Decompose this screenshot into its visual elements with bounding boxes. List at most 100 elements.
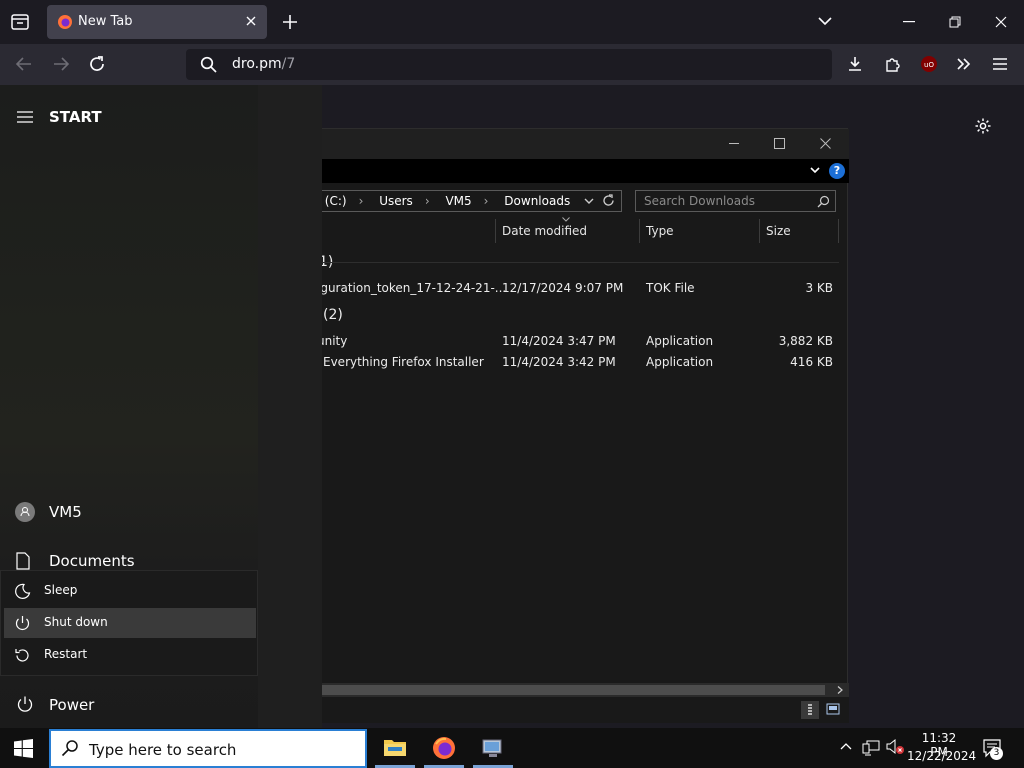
file-date: 12/17/2024 9:07 PM [502,281,624,295]
file-date: 11/4/2024 3:47 PM [502,334,616,348]
volume-muted-icon[interactable] [885,738,905,756]
gear-icon[interactable] [974,117,992,135]
hamburger-menu-icon[interactable] [17,111,33,123]
explorer-status-bar [259,697,849,723]
start-menu: START VM5 Documents Power Sleep Shut dow… [0,85,322,728]
restart-label: Restart [44,647,88,661]
avatar [15,502,35,522]
file-date: 11/4/2024 3:42 PM [502,355,616,369]
scroll-right-arrow-icon[interactable] [837,686,843,694]
reload-icon[interactable] [88,55,106,73]
power-options-flyout: Sleep Shut down Restart [0,570,258,676]
power-label: Power [49,696,95,714]
close-tab-icon[interactable] [245,15,257,27]
close-window-icon[interactable] [995,16,1007,28]
show-hidden-icons-chevron-icon[interactable] [840,742,852,750]
start-power[interactable]: Power [0,689,258,719]
notification-center-icon[interactable]: 3 [982,738,1004,760]
power-option-shut-down[interactable]: Shut down [4,608,256,638]
horizontal-scrollbar-thumb[interactable] [259,685,825,695]
firefox-tab-icon [57,14,73,30]
explorer-ribbon [259,159,849,183]
network-icon[interactable] [862,738,880,756]
explorer-address-bar[interactable]: k (C:) › Users › VM5 › Downloads [307,190,622,212]
file-size: 3,882 KB [778,334,833,348]
large-icons-view-icon[interactable] [825,701,841,717]
windows-start-icon[interactable] [14,739,33,758]
extensions-puzzle-icon[interactable] [884,55,902,73]
firefox-view-icon[interactable] [10,12,30,32]
list-item[interactable]: iguration_token_17-12-24-21-... 12/17/20… [307,279,837,297]
taskbar-search-placeholder: Type here to search [89,741,237,759]
tab-title: New Tab [78,14,133,29]
power-option-sleep[interactable]: Sleep [4,576,256,606]
help-button[interactable]: ? [829,163,845,179]
breadcrumb-separator-icon: › [483,194,489,208]
taskbar-search-box[interactable]: Type here to search [49,729,367,768]
file-name: iguration_token_17-12-24-21-... [317,281,507,295]
url-bar[interactable]: dro.pm/7 [186,49,832,80]
ribbon-expand-chevron-icon[interactable] [810,167,820,174]
tab-new-tab[interactable]: New Tab [47,5,267,39]
column-header-size[interactable]: Size [766,224,791,238]
list-item[interactable]: unity 11/4/2024 3:47 PM Application 3,88… [307,332,837,350]
file-size: 416 KB [790,355,833,369]
power-option-restart[interactable]: Restart [4,640,256,670]
sleep-label: Sleep [44,583,78,597]
details-view-icon[interactable] [801,701,819,719]
back-arrow-icon[interactable] [15,56,33,72]
breadcrumb-users[interactable]: Users [379,194,413,208]
forward-arrow-icon[interactable] [52,56,70,72]
url-host: dro.pm [232,56,282,72]
explorer-search-placeholder: Search Downloads [644,194,755,208]
start-user-account[interactable]: VM5 [0,497,258,527]
remote-desktop-taskbar-icon[interactable] [481,737,505,759]
browser-tab-bar: New Tab [0,0,1024,44]
shut-down-label: Shut down [44,615,108,629]
url-path: /7 [281,56,296,72]
column-divider[interactable] [759,219,760,243]
file-explorer-taskbar-icon[interactable] [383,736,407,758]
firefox-taskbar-icon[interactable] [432,736,456,760]
file-size: 3 KB [805,281,833,295]
column-header-date-modified[interactable]: Date modified [502,224,587,238]
search-icon [61,739,79,757]
address-dropdown-chevron-icon[interactable] [584,198,594,205]
clock-date[interactable]: 12/22/2024 [907,749,976,763]
breadcrumb-vm5[interactable]: VM5 [445,194,471,208]
list-all-tabs-chevron-icon[interactable] [818,16,832,26]
explorer-maximize-icon[interactable] [774,138,785,149]
user-name: VM5 [49,503,82,521]
document-icon [15,552,31,570]
documents-label: Documents [49,552,135,570]
column-divider[interactable] [838,219,839,243]
group-header[interactable]: (2) [323,307,343,323]
downloads-icon[interactable] [846,55,864,73]
sort-chevron-icon [562,217,570,222]
minimize-window-icon[interactable] [903,21,915,23]
notification-count-badge: 3 [990,747,1003,760]
explorer-minimize-icon[interactable] [729,143,739,145]
explorer-title-bar [259,129,849,159]
breadcrumb-separator-icon: › [424,194,430,208]
explorer-close-icon[interactable] [820,138,831,149]
power-icon [14,615,31,632]
group-divider [319,262,839,263]
search-icon [200,56,217,73]
more-tools-chevrons-icon[interactable] [956,57,972,71]
explorer-search-box[interactable]: Search Downloads [635,190,836,212]
breadcrumb-downloads[interactable]: Downloads [504,194,570,208]
start-title: START [49,108,102,126]
column-divider[interactable] [639,219,640,243]
url-text: dro.pm/7 [232,56,295,72]
column-header-type[interactable]: Type [646,224,674,238]
search-icon [817,195,830,208]
ublock-origin-icon[interactable]: uO [920,55,938,73]
hamburger-menu-icon[interactable] [992,57,1008,71]
column-divider[interactable] [495,219,496,243]
list-item[interactable]: Everything Firefox Installer 11/4/2024 3… [307,353,837,371]
restore-window-icon[interactable] [949,16,961,28]
new-tab-plus-icon[interactable] [282,14,298,30]
refresh-icon[interactable] [602,194,615,207]
power-icon [16,695,34,713]
